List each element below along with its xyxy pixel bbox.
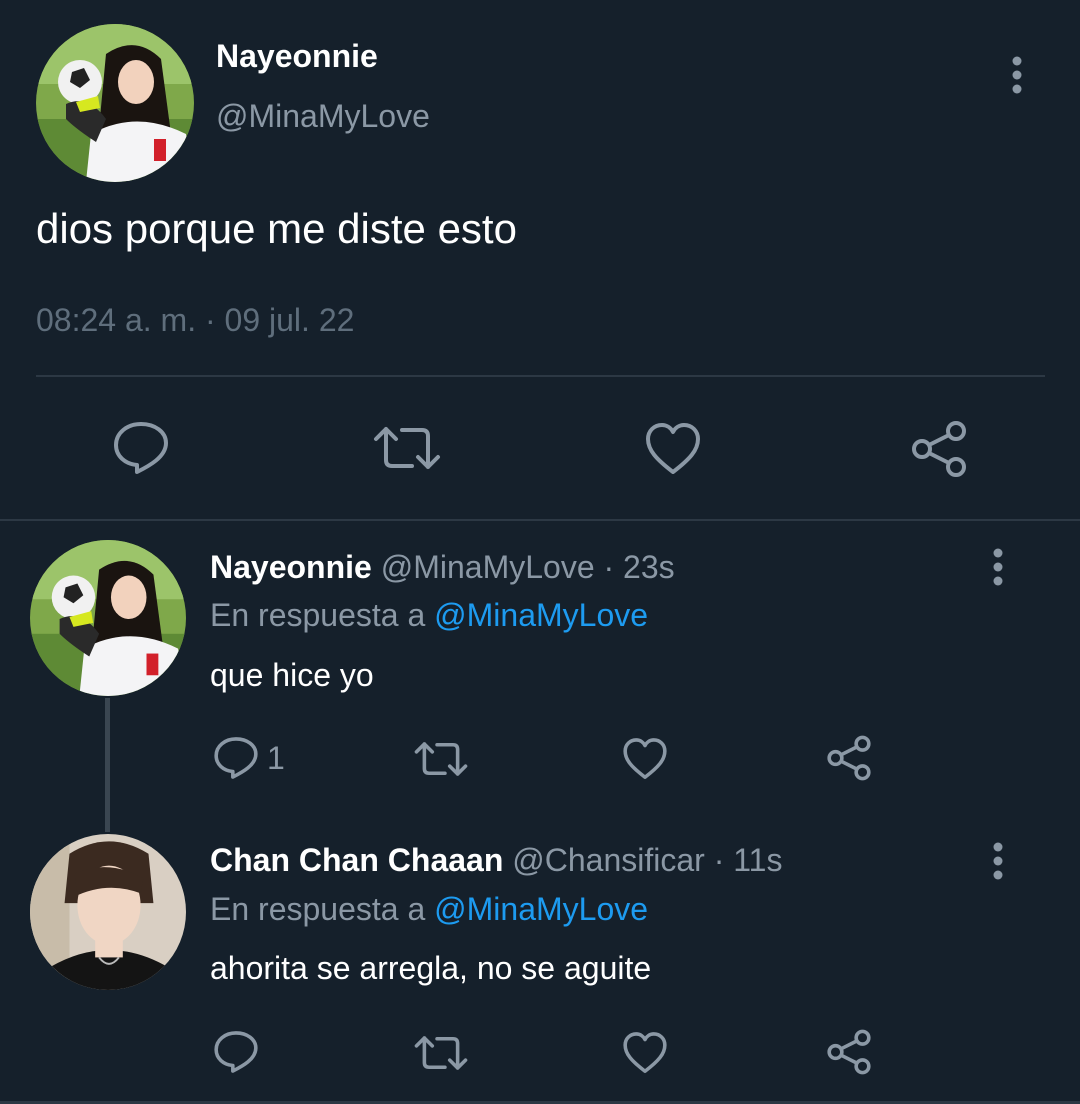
avatar-photo — [30, 540, 186, 696]
reply-icon — [214, 737, 258, 779]
tweet-timestamp: 08:24 a. m. · 09 jul. 22 — [36, 302, 355, 338]
reply-context: En respuesta a @MinaMyLove — [210, 891, 648, 928]
reply-time: · 11s — [713, 842, 783, 878]
reply-to-label: En respuesta a — [210, 891, 426, 927]
share-button[interactable] — [826, 1029, 872, 1075]
like-button[interactable] — [622, 1031, 668, 1075]
more-options-button[interactable] — [978, 543, 1018, 591]
heart-icon — [623, 738, 667, 780]
tweet-detail-screen: Nayeonnie @MinaMyLove dios porque me dis… — [0, 0, 1080, 1104]
retweet-button[interactable] — [413, 1034, 469, 1072]
reply-context: En respuesta a @MinaMyLove — [210, 597, 648, 634]
avatar[interactable] — [30, 834, 186, 990]
reply-button[interactable] — [112, 420, 170, 476]
share-icon — [827, 1029, 871, 1075]
share-icon — [827, 735, 871, 781]
avatar[interactable] — [30, 540, 186, 696]
mention-link[interactable]: @MinaMyLove — [434, 891, 648, 927]
section-divider — [0, 519, 1080, 521]
retweet-icon — [414, 1036, 468, 1070]
more-vertical-icon — [993, 842, 1003, 880]
user-handle[interactable]: @MinaMyLove — [216, 98, 430, 135]
reply-text: ahorita se arregla, no se aguite — [210, 950, 652, 986]
heart-icon — [623, 1032, 667, 1074]
user-handle[interactable]: @Chansificar — [512, 842, 705, 878]
share-icon — [912, 421, 966, 477]
share-button[interactable] — [826, 735, 872, 781]
retweet-button[interactable] — [413, 740, 469, 778]
tweet-text: dios porque me diste esto — [36, 205, 517, 252]
user-handle[interactable]: @MinaMyLove — [381, 549, 595, 585]
avatar[interactable] — [36, 24, 194, 182]
reply-button[interactable]: 1 — [213, 735, 285, 781]
reply-button[interactable] — [213, 1029, 259, 1075]
divider — [36, 375, 1045, 377]
more-options-button[interactable] — [997, 51, 1037, 99]
share-button[interactable] — [910, 420, 968, 478]
reply-time: · 23s — [603, 549, 675, 585]
retweet-button[interactable] — [372, 424, 442, 472]
retweet-icon — [414, 742, 468, 776]
avatar-photo — [30, 834, 186, 990]
more-options-button[interactable] — [978, 837, 1018, 885]
reply-icon — [114, 422, 168, 474]
like-button[interactable] — [622, 737, 668, 781]
mention-link[interactable]: @MinaMyLove — [434, 597, 648, 633]
display-name[interactable]: Chan Chan Chaaan — [210, 842, 503, 878]
retweet-icon — [374, 427, 440, 469]
reply-icon — [214, 1031, 258, 1073]
display-name[interactable]: Nayeonnie — [216, 38, 378, 75]
display-name[interactable]: Nayeonnie — [210, 549, 372, 585]
reply-text: que hice yo — [210, 657, 374, 693]
heart-icon — [646, 423, 700, 474]
avatar-photo — [36, 24, 194, 182]
more-vertical-icon — [1012, 56, 1022, 94]
more-vertical-icon — [993, 548, 1003, 586]
reply-count: 1 — [267, 739, 285, 776]
thread-line — [105, 698, 110, 832]
reply-header: Nayeonnie @MinaMyLove · 23s — [210, 549, 675, 586]
reply-header: Chan Chan Chaaan @Chansificar · 11s — [210, 842, 782, 879]
like-button[interactable] — [644, 422, 702, 476]
reply-to-label: En respuesta a — [210, 597, 426, 633]
